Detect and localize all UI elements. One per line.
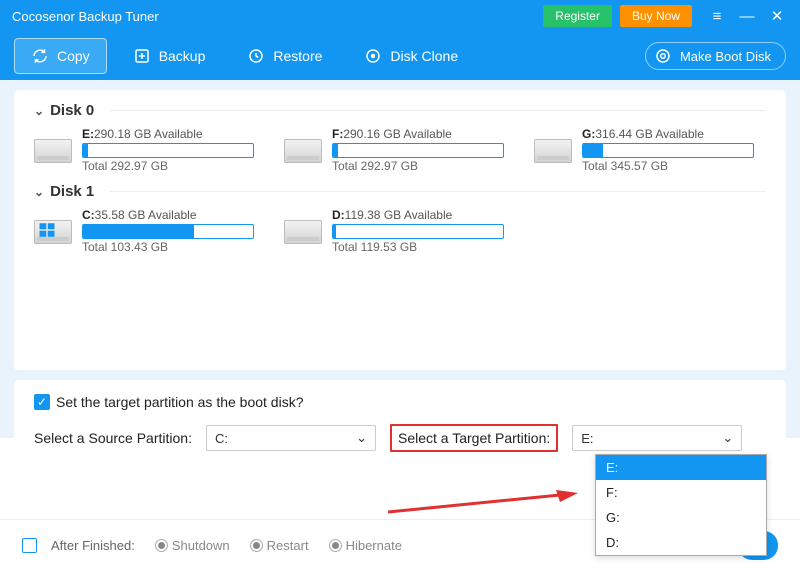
main-toolbar: Copy Backup Restore Disk Clone Make Boot…	[0, 32, 800, 80]
source-partition-label: Select a Source Partition:	[34, 430, 192, 446]
buy-now-button[interactable]: Buy Now	[620, 5, 692, 27]
close-icon[interactable]: ✕	[762, 7, 792, 25]
usage-bar	[332, 143, 504, 158]
content-area: ⌄ Disk 0 E:290.18 GB Available Total 292…	[0, 80, 800, 438]
radio-hibernate[interactable]: Hibernate	[329, 538, 402, 553]
tab-restore-label: Restore	[273, 48, 322, 64]
boot-disk-checkbox-row[interactable]: ✓ Set the target partition as the boot d…	[34, 394, 766, 410]
boot-disk-icon	[654, 47, 672, 65]
partition-total: Total 345.57 GB	[582, 159, 754, 173]
partition-letter: C:	[82, 208, 95, 222]
partition-total: Total 292.97 GB	[332, 159, 504, 173]
partition-letter: G:	[582, 127, 595, 141]
checkbox-checked-icon[interactable]: ✓	[34, 394, 50, 410]
drive-icon	[34, 137, 72, 163]
tab-backup[interactable]: Backup	[117, 39, 222, 73]
target-partition-label: Select a Target Partition:	[398, 430, 550, 446]
tab-copy-label: Copy	[57, 48, 90, 64]
after-finished-checkbox[interactable]	[22, 538, 37, 553]
partition-avail: 119.38 GB Available	[345, 208, 453, 222]
chevron-down-icon: ⌄	[356, 430, 367, 446]
partition-g[interactable]: G:316.44 GB Available Total 345.57 GB	[534, 127, 754, 173]
chevron-down-icon: ⌄	[722, 430, 733, 446]
partition-e[interactable]: E:290.18 GB Available Total 292.97 GB	[34, 127, 254, 173]
title-bar: Cocosenor Backup Tuner Register Buy Now …	[0, 0, 800, 32]
annotation-arrow-icon	[388, 490, 578, 520]
dropdown-option[interactable]: G:	[596, 505, 766, 530]
disk-name: Disk 0	[50, 102, 94, 119]
drive-icon	[284, 218, 322, 244]
drive-icon	[284, 137, 322, 163]
disk-name: Disk 1	[50, 183, 94, 200]
partition-letter: D:	[332, 208, 345, 222]
options-panel: ✓ Set the target partition as the boot d…	[14, 380, 786, 468]
disk-header-0[interactable]: ⌄ Disk 0	[34, 102, 766, 119]
radio-shutdown[interactable]: Shutdown	[155, 538, 230, 553]
target-highlight-box: Select a Target Partition:	[390, 424, 558, 452]
app-title: Cocosenor Backup Tuner	[12, 9, 543, 24]
usage-bar	[82, 143, 254, 158]
tab-disk-clone[interactable]: Disk Clone	[348, 39, 474, 73]
tab-disk-clone-label: Disk Clone	[390, 48, 458, 64]
source-partition-select[interactable]: C: ⌄	[206, 425, 376, 451]
partition-avail: 290.16 GB Available	[343, 127, 452, 141]
disk-clone-icon	[364, 47, 382, 65]
usage-bar	[332, 224, 504, 239]
windows-drive-icon	[34, 218, 72, 244]
dropdown-option[interactable]: E:	[596, 455, 766, 480]
target-partition-value: E:	[581, 431, 593, 446]
usage-bar	[82, 224, 254, 239]
target-partition-dropdown: E: F: G: D:	[595, 454, 767, 556]
copy-icon	[31, 47, 49, 65]
menu-icon[interactable]: ≡	[702, 8, 732, 25]
source-partition-value: C:	[215, 431, 228, 446]
after-finished-label: After Finished:	[51, 538, 135, 553]
tab-backup-label: Backup	[159, 48, 206, 64]
partition-f[interactable]: F:290.16 GB Available Total 292.97 GB	[284, 127, 504, 173]
dropdown-option[interactable]: D:	[596, 530, 766, 555]
register-button[interactable]: Register	[543, 5, 612, 27]
partition-c[interactable]: C:35.58 GB Available Total 103.43 GB	[34, 208, 254, 254]
minimize-icon[interactable]: —	[732, 8, 762, 25]
tab-restore[interactable]: Restore	[231, 39, 338, 73]
make-boot-disk-label: Make Boot Disk	[680, 49, 771, 64]
chevron-down-icon: ⌄	[34, 185, 44, 199]
partition-total: Total 292.97 GB	[82, 159, 254, 173]
make-boot-disk-button[interactable]: Make Boot Disk	[645, 42, 786, 70]
partition-d[interactable]: D:119.38 GB Available Total 119.53 GB	[284, 208, 504, 254]
chevron-down-icon: ⌄	[34, 104, 44, 118]
drive-icon	[534, 137, 572, 163]
dropdown-option[interactable]: F:	[596, 480, 766, 505]
backup-icon	[133, 47, 151, 65]
partition-avail: 35.58 GB Available	[95, 208, 197, 222]
disks-panel: ⌄ Disk 0 E:290.18 GB Available Total 292…	[14, 90, 786, 370]
target-partition-select[interactable]: E: ⌄	[572, 425, 742, 451]
partition-letter: F:	[332, 127, 343, 141]
partition-avail: 290.18 GB Available	[94, 127, 203, 141]
tab-copy[interactable]: Copy	[14, 38, 107, 74]
radio-restart[interactable]: Restart	[250, 538, 309, 553]
partition-avail: 316.44 GB Available	[595, 127, 704, 141]
boot-disk-checkbox-label: Set the target partition as the boot dis…	[56, 394, 304, 410]
restore-icon	[247, 47, 265, 65]
partition-letter: E:	[82, 127, 94, 141]
partition-total: Total 103.43 GB	[82, 240, 254, 254]
usage-bar	[582, 143, 754, 158]
disk-header-1[interactable]: ⌄ Disk 1	[34, 183, 766, 200]
partition-total: Total 119.53 GB	[332, 240, 504, 254]
